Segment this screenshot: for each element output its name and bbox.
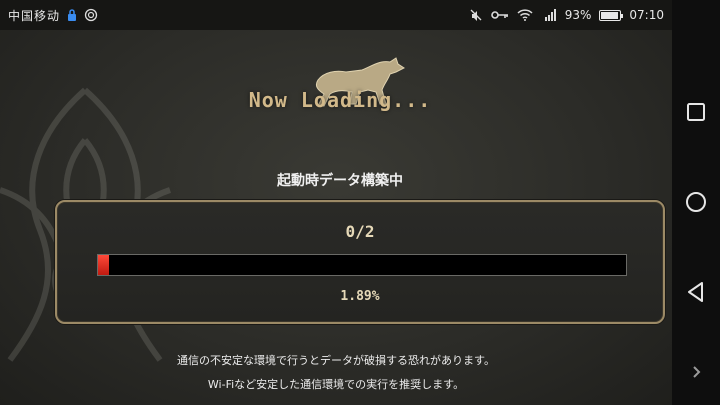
wifi-icon <box>517 9 533 21</box>
game-loading-screen: Now Loading... 起動時データ構築中 0/2 1.89% 通信の不安… <box>0 30 672 405</box>
progress-bar-fill <box>98 255 109 275</box>
recents-button[interactable] <box>684 100 708 124</box>
sync-icon <box>84 8 98 22</box>
navigation-bar <box>672 0 720 405</box>
cellular-g-icon <box>541 8 557 22</box>
loading-subtitle: 起動時データ構築中 <box>277 173 403 189</box>
lock-icon <box>66 8 78 22</box>
progress-count: 0/2 <box>345 222 375 241</box>
loading-title: Now Loading... <box>248 88 432 112</box>
status-bar: 中国移动 93% 07:10 <box>0 0 672 30</box>
battery-icon <box>599 9 624 21</box>
progress-panel: 0/2 1.89% <box>55 200 665 324</box>
battery-percent: 93% <box>564 8 592 22</box>
back-button[interactable] <box>684 280 708 304</box>
home-button[interactable] <box>684 190 708 214</box>
network-warning-line-2: Wi-Fiなど安定した通信環境での実行を推奨します。 <box>207 378 465 391</box>
back-triangle-icon <box>688 282 703 302</box>
mute-icon <box>469 8 483 22</box>
progress-bar <box>97 254 627 276</box>
expand-chevron-icon <box>693 366 701 378</box>
progress-percent: 1.89% <box>340 289 380 304</box>
clock: 07:10 <box>629 8 664 22</box>
recents-square-icon <box>687 103 705 121</box>
key-icon <box>490 10 509 20</box>
expand-nav-button[interactable] <box>684 360 708 384</box>
network-warning-line-1: 通信の不安定な環境で行うとデータが破損する恐れがあります。 <box>177 354 495 367</box>
carrier-name: 中国移动 <box>8 8 61 23</box>
home-circle-icon <box>686 192 706 212</box>
